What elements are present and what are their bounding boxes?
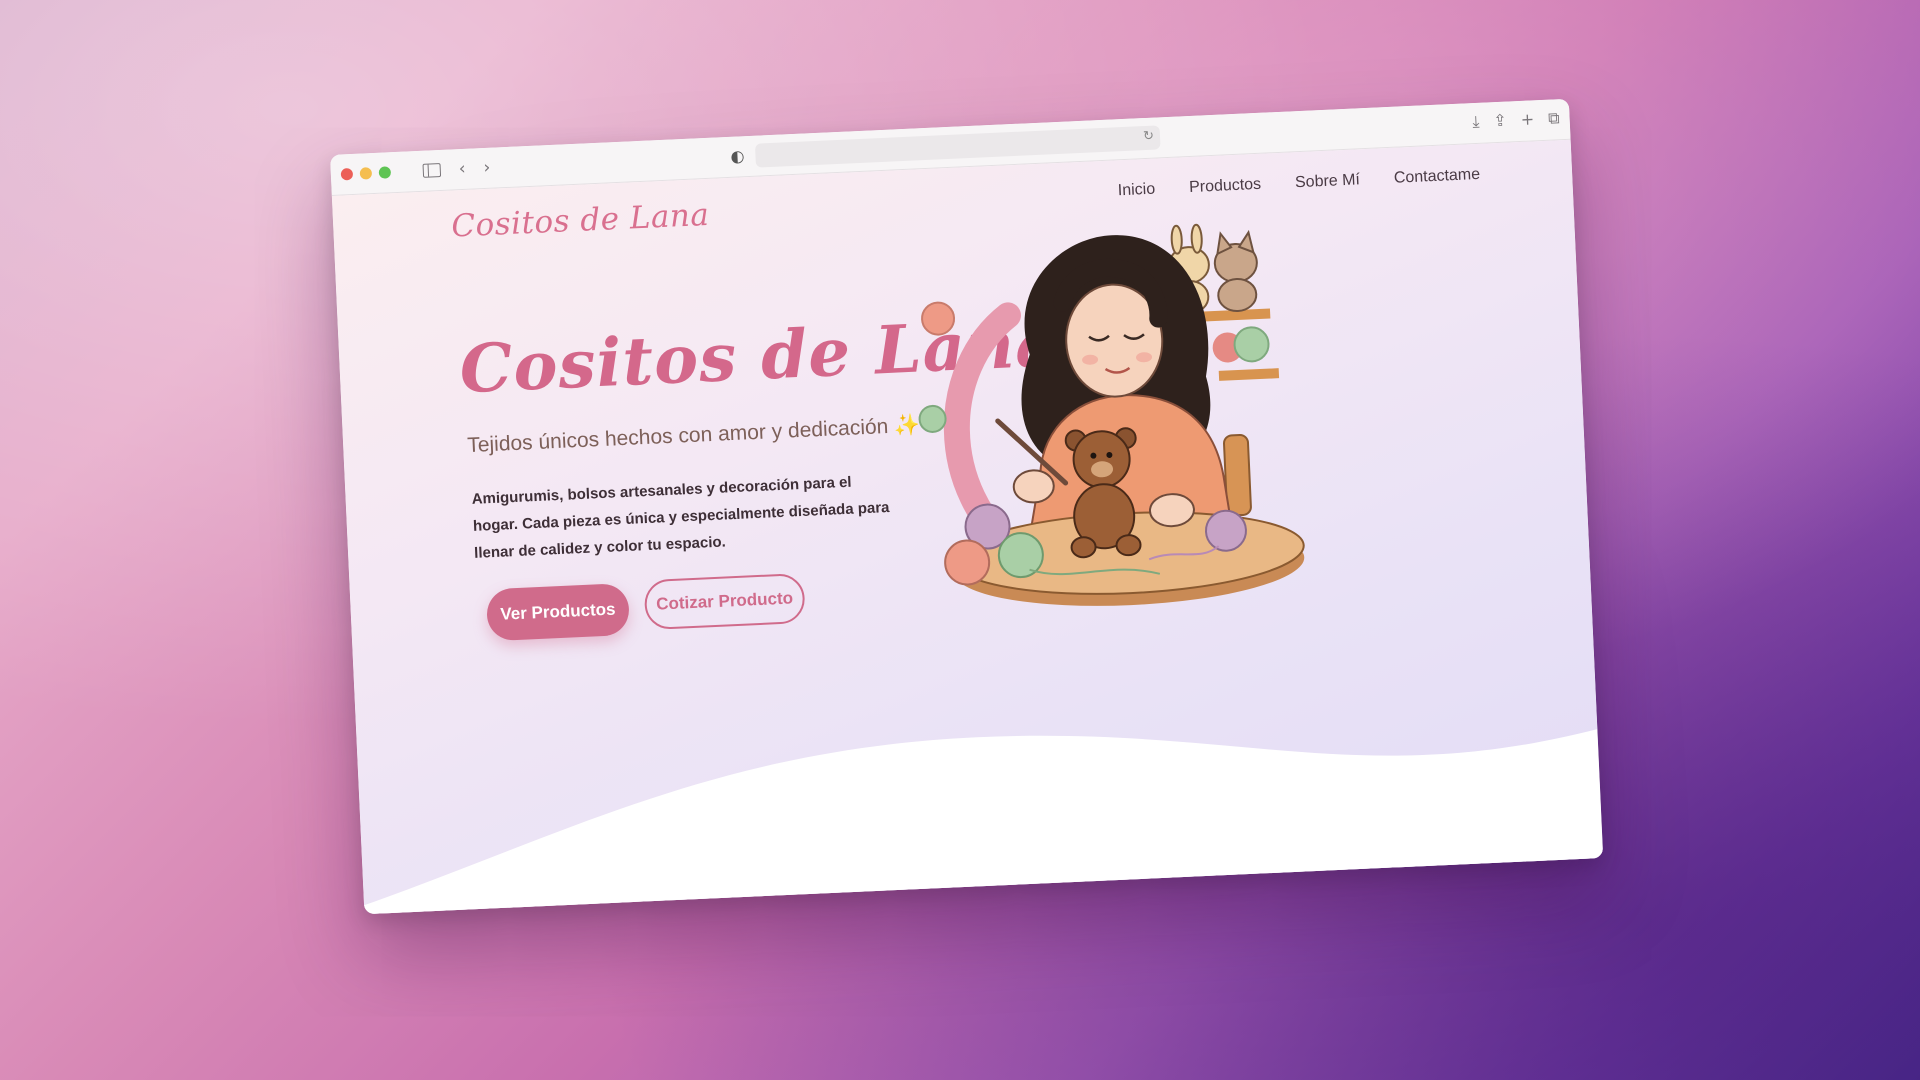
nav-inicio[interactable]: Inicio bbox=[1117, 181, 1155, 201]
share-icon[interactable]: ⇪ bbox=[1493, 111, 1507, 132]
yarn-ball-icon bbox=[1233, 326, 1270, 363]
download-icon[interactable]: ⤓ bbox=[1472, 112, 1480, 132]
hero-description: Amigurumis, bolsos artesanales y decorac… bbox=[471, 473, 890, 562]
yarn-ball-icon bbox=[918, 404, 947, 433]
nav-contactame[interactable]: Contactame bbox=[1393, 166, 1480, 188]
main-nav: Inicio Productos Sobre Mí Contactame bbox=[1117, 166, 1480, 200]
browser-window: ‹ › ◐ ↻ ⤓ ⇪ + ⧉ Cositos de Lana Inicio P… bbox=[330, 98, 1604, 915]
toolbar-right-controls: ⤓ ⇪ + ⧉ bbox=[1472, 108, 1560, 132]
minimize-window-button[interactable] bbox=[359, 167, 373, 180]
yarn-ball-icon bbox=[921, 301, 956, 336]
yarn-ball-icon bbox=[944, 539, 991, 586]
yarn-ball-icon bbox=[1204, 509, 1247, 552]
wave-divider bbox=[364, 729, 1604, 915]
nav-productos[interactable]: Productos bbox=[1189, 176, 1262, 197]
site-logo[interactable]: Cositos de Lana bbox=[451, 197, 711, 245]
back-button[interactable]: ‹ bbox=[458, 159, 466, 179]
shelf-bottom bbox=[1218, 368, 1280, 381]
webpage: Cositos de Lana Inicio Productos Sobre M… bbox=[331, 139, 1604, 915]
view-products-button[interactable]: Ver Productos bbox=[485, 582, 631, 642]
privacy-shield-icon[interactable]: ◐ bbox=[730, 146, 745, 166]
crochet-woman-illustration bbox=[918, 223, 1305, 606]
hero-subtitle-text: Tejidos únicos hechos con amor y dedicac… bbox=[466, 414, 889, 458]
new-tab-icon[interactable]: + bbox=[1520, 109, 1534, 130]
cat-amigurumi-icon bbox=[1213, 229, 1258, 312]
hero-subtitle: Tejidos únicos hechos con amor y dedicac… bbox=[467, 414, 921, 459]
forward-button[interactable]: › bbox=[483, 158, 491, 178]
window-controls bbox=[340, 166, 392, 181]
zoom-window-button[interactable] bbox=[378, 166, 392, 179]
quote-product-button[interactable]: Cotizar Producto bbox=[643, 572, 806, 631]
reload-icon[interactable]: ↻ bbox=[1143, 129, 1155, 144]
close-window-button[interactable] bbox=[340, 167, 354, 181]
tab-overview-icon[interactable]: ⧉ bbox=[1548, 108, 1560, 128]
nav-sobre-mi[interactable]: Sobre Mí bbox=[1295, 171, 1361, 192]
sidebar-toggle-icon[interactable] bbox=[422, 162, 442, 178]
